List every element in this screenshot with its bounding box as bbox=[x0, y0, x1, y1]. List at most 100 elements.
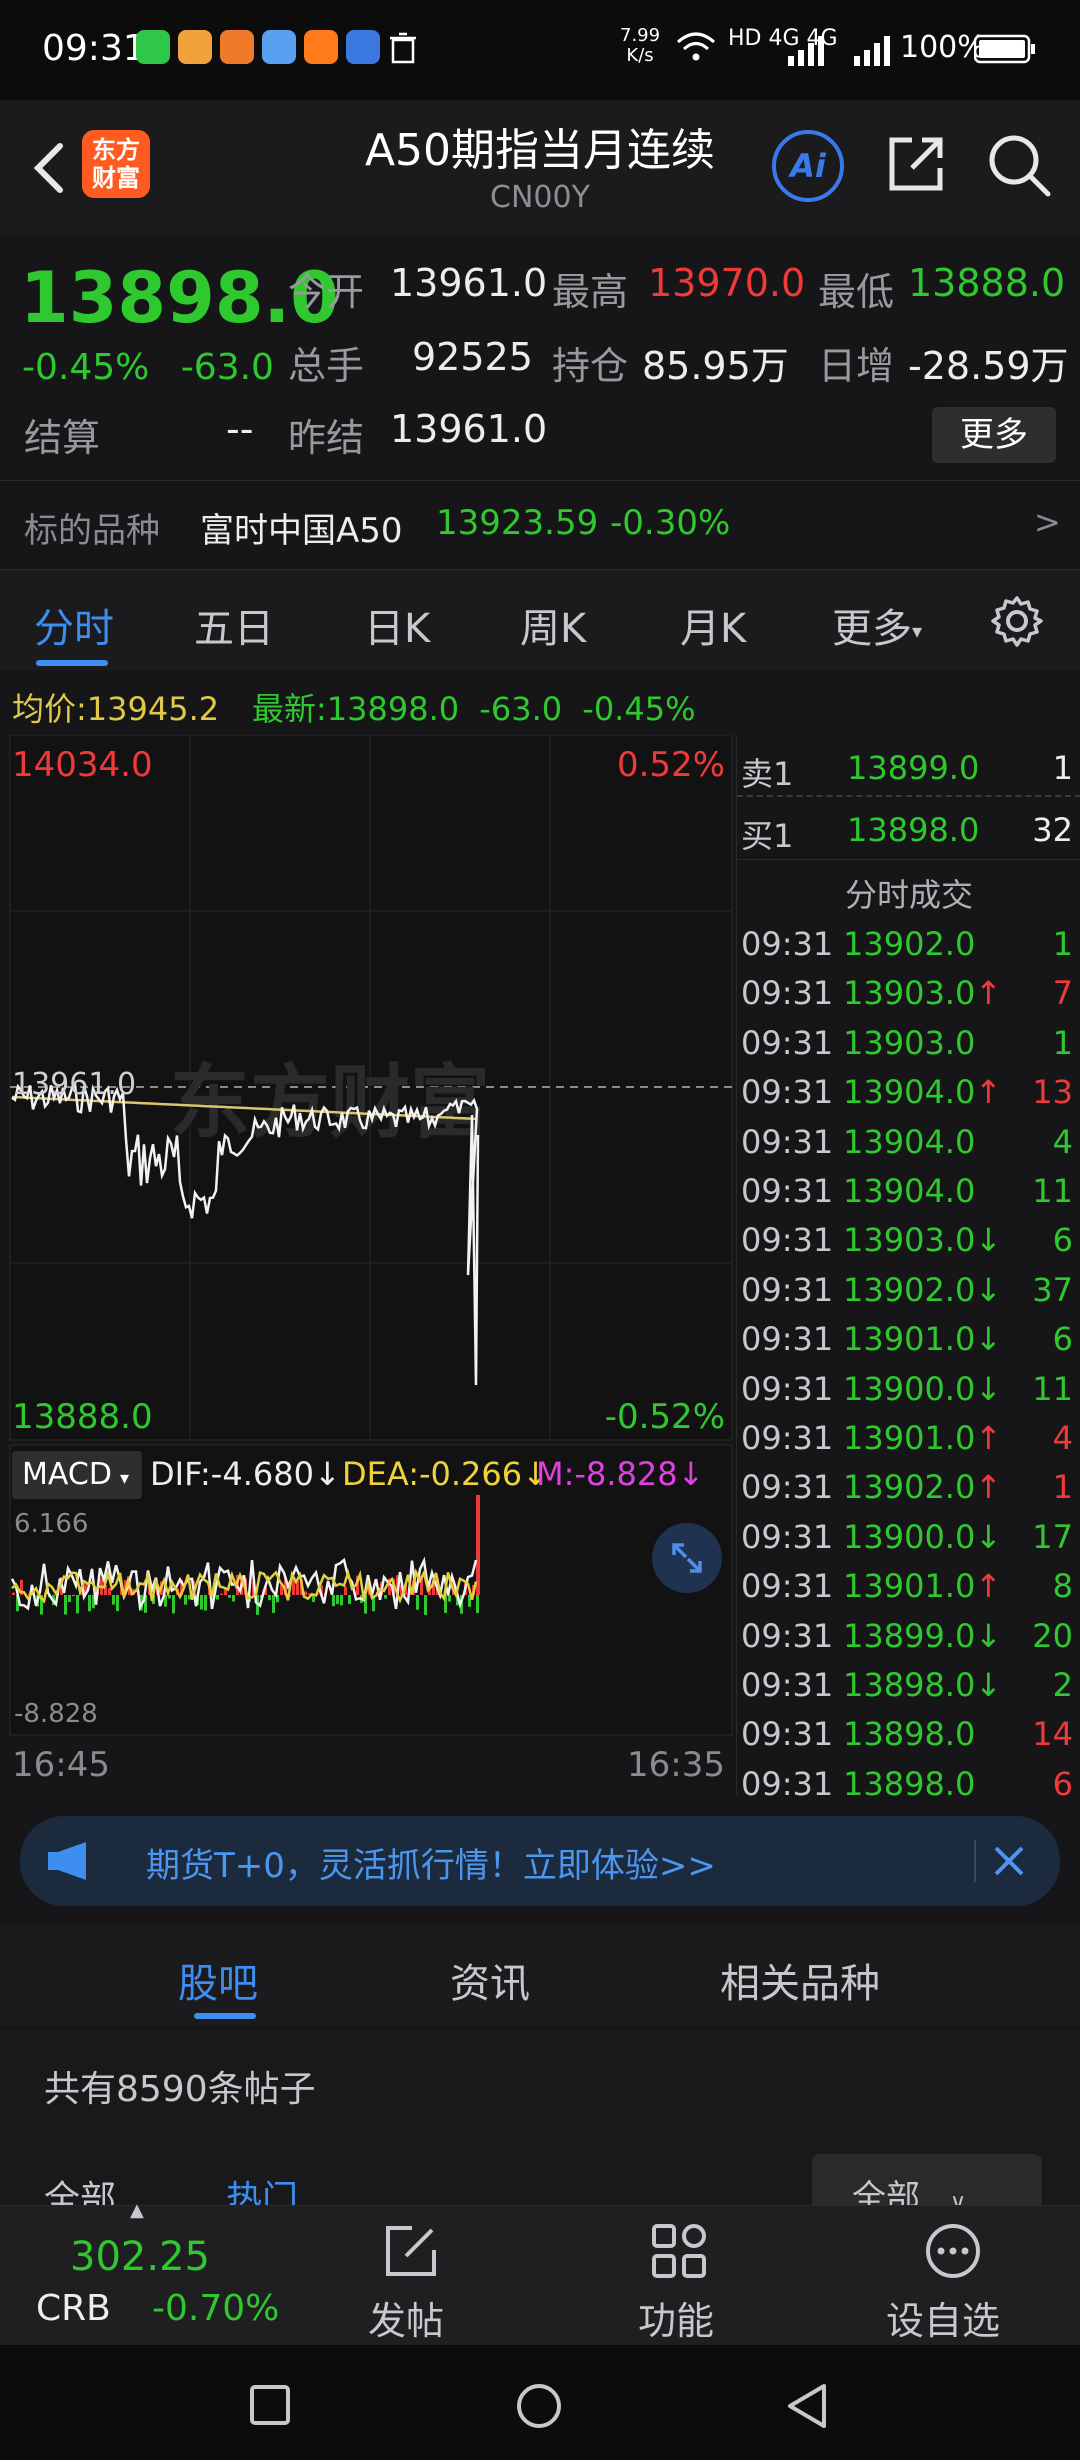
trade-row: 09:31 13902.0 ↓ 37 bbox=[737, 1265, 1080, 1314]
tab-weekly-k[interactable]: 周K bbox=[520, 596, 586, 654]
taobao-icon bbox=[304, 30, 338, 64]
trade-direction-icon: ↓ bbox=[975, 1666, 1002, 1704]
open-value: 13961.0 bbox=[390, 261, 548, 305]
trade-volume: 6 bbox=[1052, 1221, 1073, 1260]
time-end: 16:35 bbox=[627, 1745, 725, 1785]
macd-bar bbox=[416, 1595, 419, 1610]
trade-volume: 1 bbox=[1052, 925, 1073, 963]
macd-bar bbox=[68, 1595, 71, 1603]
status-bar: 09:31 7.99 K/s HD 4G 4G 100% bbox=[0, 0, 1080, 100]
low-label: 最低 bbox=[818, 270, 895, 314]
trade-price: 13902.0 bbox=[843, 925, 976, 963]
trade-volume: 13 bbox=[1032, 1073, 1073, 1112]
promo-banner[interactable]: 期货T+0，灵活抓行情！立即体验>> bbox=[20, 1816, 1060, 1906]
open-interest-value: 85.95万 bbox=[642, 344, 789, 388]
trade-time: 09:31 bbox=[741, 1666, 834, 1704]
status-time: 09:31 bbox=[42, 28, 146, 69]
macd-bar bbox=[112, 1595, 115, 1605]
trade-time: 09:31 bbox=[741, 1320, 834, 1359]
tab-monthly-k[interactable]: 月K bbox=[680, 596, 746, 654]
change-value: -63.0 bbox=[180, 347, 274, 388]
active-tab-indicator-2 bbox=[194, 2013, 256, 2019]
macd-bar bbox=[228, 1595, 231, 1598]
trade-row: 09:31 13903.0 1 bbox=[737, 1018, 1080, 1067]
gear-icon[interactable] bbox=[990, 594, 1044, 648]
trade-time: 09:31 bbox=[741, 1221, 834, 1260]
underlying-row[interactable]: 标的品种 富时中国A50 13923.59 -0.30% > bbox=[0, 480, 1080, 570]
expand-icon bbox=[672, 1543, 702, 1573]
prev-settle-value: 13961.0 bbox=[390, 407, 548, 451]
trade-volume: 1 bbox=[1052, 1468, 1073, 1507]
home-icon[interactable] bbox=[516, 2383, 562, 2429]
system-nav-bar bbox=[0, 2345, 1080, 2460]
baidu-icon bbox=[346, 30, 380, 64]
macd-top-value: 6.166 bbox=[14, 1509, 89, 1539]
trade-time: 09:31 bbox=[741, 1122, 834, 1161]
more-quote-button[interactable]: 更多 bbox=[932, 407, 1056, 463]
m-value: M:-8.828↓ bbox=[536, 1455, 705, 1493]
trade-time: 09:31 bbox=[741, 1073, 834, 1112]
trade-time: 09:31 bbox=[741, 1468, 834, 1507]
intraday-chart[interactable]: 东方财富 14034.0 0.52% 13961.0 13888.0 -0.52… bbox=[0, 735, 735, 1795]
trade-volume: 20 bbox=[1032, 1616, 1073, 1655]
dropdown-caret-icon: ▾ bbox=[912, 619, 923, 643]
high-value: 13970.0 bbox=[648, 261, 806, 305]
trade-price: 13902.0 bbox=[843, 1468, 976, 1507]
change-line: -0.45% -63.0 bbox=[22, 347, 274, 388]
trade-volume: 1 bbox=[1052, 1023, 1073, 1062]
share-icon[interactable] bbox=[884, 132, 948, 196]
trade-row: 09:31 13898.0 14 bbox=[737, 1709, 1080, 1758]
function-button[interactable]: 功能 bbox=[620, 2216, 740, 2343]
macd-bar bbox=[12, 1592, 15, 1595]
tab-five-day[interactable]: 五日 bbox=[194, 596, 274, 654]
ai-button[interactable]: Ai bbox=[772, 130, 844, 202]
indicator-selector[interactable]: MACD ▾ bbox=[12, 1451, 142, 1499]
macd-bar bbox=[344, 1586, 347, 1595]
tab-related[interactable]: 相关品种 bbox=[720, 1951, 880, 2009]
macd-bar bbox=[476, 1595, 479, 1613]
tab-news[interactable]: 资讯 bbox=[450, 1951, 530, 2009]
chart-svg: 东方财富 bbox=[9, 735, 733, 1736]
trade-row: 09:31 13901.0 ↑ 4 bbox=[737, 1413, 1080, 1462]
trade-price: 13904.0 bbox=[843, 1122, 976, 1161]
trade-price: 13903.0 bbox=[843, 1023, 976, 1062]
close-icon[interactable] bbox=[992, 1844, 1026, 1878]
recent-apps-icon[interactable] bbox=[250, 2385, 290, 2425]
tab-intraday[interactable]: 分时 bbox=[34, 596, 114, 654]
post-button[interactable]: 发帖 bbox=[350, 2216, 470, 2343]
search-icon[interactable] bbox=[986, 132, 1052, 198]
banner-text: 期货T+0，灵活抓行情！立即体验>> bbox=[146, 1846, 716, 1886]
prev-settle-label: 昨结 bbox=[288, 416, 365, 460]
back-icon[interactable] bbox=[786, 2383, 828, 2429]
trade-price: 13901.0 bbox=[843, 1567, 976, 1606]
ask-row: 卖1 13899.0 1 bbox=[741, 749, 1073, 793]
macd-bar bbox=[272, 1595, 275, 1613]
chart-top-price: 14034.0 bbox=[12, 745, 153, 785]
add-watchlist-button[interactable]: 设自选 bbox=[880, 2216, 1020, 2343]
tab-guba[interactable]: 股吧 bbox=[178, 1951, 258, 2009]
macd-bar bbox=[88, 1595, 91, 1612]
trade-volume: 7 bbox=[1052, 974, 1073, 1013]
trade-price: 13901.0 bbox=[843, 1320, 976, 1359]
crb-value[interactable]: 302.25 bbox=[70, 2234, 210, 2280]
macd-bar bbox=[476, 1495, 480, 1595]
trade-row: 09:31 13901.0 ↓ 6 bbox=[737, 1314, 1080, 1363]
macd-bar bbox=[204, 1595, 207, 1611]
tab-daily-k[interactable]: 日K bbox=[364, 596, 430, 654]
macd-bar bbox=[448, 1595, 451, 1602]
trade-direction-icon: ↓ bbox=[975, 1320, 1002, 1359]
expand-button[interactable] bbox=[652, 1523, 722, 1593]
latest-info: 最新:13898.0 -63.0 -0.45% bbox=[252, 690, 696, 728]
settle-label: 结算 bbox=[24, 416, 101, 460]
post-count: 共有8590条帖子 bbox=[44, 2069, 316, 2110]
trade-direction-icon: ↓ bbox=[975, 1221, 1002, 1260]
tab-more[interactable]: 更多▾ bbox=[832, 596, 922, 654]
trade-row: 09:31 13904.0 4 bbox=[737, 1117, 1080, 1166]
macd-bar bbox=[116, 1595, 119, 1612]
open-interest-label: 持仓 bbox=[552, 344, 629, 388]
chart-mid-price: 13961.0 bbox=[12, 1067, 137, 1102]
macd-bar bbox=[172, 1595, 175, 1614]
trash-icon bbox=[390, 32, 416, 64]
trade-price: 13898.0 bbox=[843, 1666, 976, 1704]
daily-increase-label: 日增 bbox=[818, 344, 895, 388]
